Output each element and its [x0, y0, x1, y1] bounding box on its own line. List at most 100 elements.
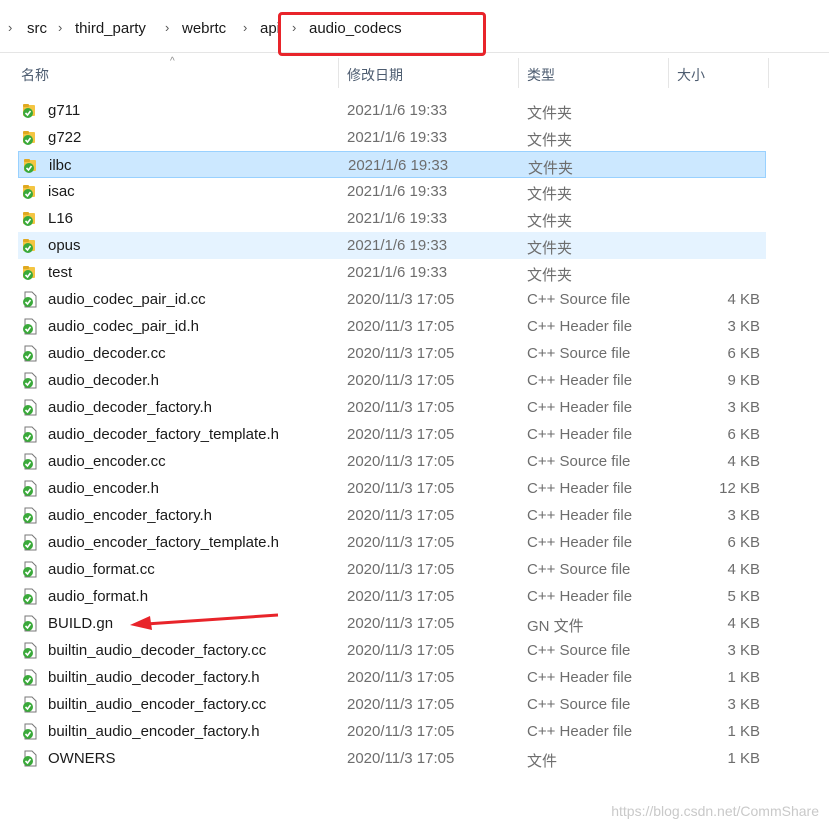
file-list: g711 2021/1/6 19:33 文件夹 g722 2021/1/6 19:33 文… — [18, 97, 766, 772]
file-row[interactable]: audio_codec_pair_id.h 2020/11/3 17:05 C++ … — [18, 313, 766, 340]
cpp-source-file-icon — [22, 561, 38, 578]
file-type: C++ Source file — [527, 696, 631, 713]
file-name: audio_decoder_factory_template.h — [48, 426, 279, 443]
file-row[interactable]: audio_decoder_factory.h 2020/11/3 17:05 C+… — [18, 394, 766, 421]
column-divider[interactable] — [768, 58, 769, 88]
file-row[interactable]: audio_encoder.cc 2020/11/3 17:05 C++ Sourc… — [18, 448, 766, 475]
file-modified-date: 2020/11/3 17:05 — [347, 561, 455, 578]
file-name: builtin_audio_encoder_factory.cc — [48, 696, 267, 713]
gn-file-icon — [22, 615, 38, 632]
breadcrumb-item-third-party[interactable]: third_party — [75, 20, 146, 37]
file-row[interactable]: audio_codec_pair_id.cc 2020/11/3 17:05 C++… — [18, 286, 766, 313]
folder-row[interactable]: isac 2021/1/6 19:33 文件夹 — [18, 178, 766, 205]
column-divider[interactable] — [338, 58, 339, 88]
annotation-highlight-box — [278, 12, 486, 56]
chevron-right-icon[interactable]: › — [58, 20, 62, 35]
cpp-header-file-icon — [22, 399, 38, 416]
column-divider[interactable] — [518, 58, 519, 88]
file-row[interactable]: audio_decoder.h 2020/11/3 17:05 C++ Header… — [18, 367, 766, 394]
file-type: 文件夹 — [527, 267, 573, 284]
cpp-header-file-icon — [22, 507, 38, 524]
file-modified-date: 2020/11/3 17:05 — [347, 480, 455, 497]
file-name: isac — [48, 183, 75, 200]
file-row[interactable]: audio_encoder_factory_template.h 2020/11/… — [18, 529, 766, 556]
file-row[interactable]: audio_encoder.h 2020/11/3 17:05 C++ Header… — [18, 475, 766, 502]
chevron-right-icon[interactable]: › — [165, 20, 169, 35]
file-modified-date: 2021/1/6 19:33 — [348, 157, 449, 174]
column-header-type[interactable]: 类型 — [527, 65, 555, 85]
file-name: audio_codec_pair_id.h — [48, 318, 199, 335]
file-name: audio_codec_pair_id.cc — [48, 291, 206, 308]
folder-row[interactable]: g722 2021/1/6 19:33 文件夹 — [18, 124, 766, 151]
folder-row[interactable]: opus 2021/1/6 19:33 文件夹 — [18, 232, 766, 259]
file-name: audio_decoder.cc — [48, 345, 166, 362]
folder-synced-icon — [22, 102, 38, 119]
folder-synced-icon — [22, 183, 38, 200]
file-type: C++ Source file — [527, 345, 631, 362]
chevron-right-icon[interactable]: › — [8, 20, 12, 35]
file-modified-date: 2021/1/6 19:33 — [347, 237, 448, 254]
file-type: 文件夹 — [527, 213, 573, 230]
file-type: GN 文件 — [527, 618, 584, 635]
file-size: 4 KB — [727, 561, 760, 578]
cpp-source-file-icon — [22, 345, 38, 362]
file-type: C++ Header file — [527, 480, 633, 497]
column-header-modified[interactable]: 修改日期 — [347, 65, 403, 85]
file-size: 3 KB — [727, 507, 760, 524]
file-type: C++ Source file — [527, 291, 631, 308]
file-modified-date: 2020/11/3 17:05 — [347, 345, 455, 362]
file-row[interactable]: builtin_audio_decoder_factory.cc 2020/11/… — [18, 637, 766, 664]
file-name: audio_format.h — [48, 588, 149, 605]
file-type: C++ Header file — [527, 507, 633, 524]
file-row[interactable]: builtin_audio_encoder_factory.h 2020/11/3… — [18, 718, 766, 745]
column-header-name[interactable]: 名称 — [21, 65, 49, 85]
file-modified-date: 2021/1/6 19:33 — [347, 264, 448, 281]
file-row[interactable]: audio_decoder_factory_template.h 2020/11/… — [18, 421, 766, 448]
file-size: 5 KB — [727, 588, 760, 605]
file-name: audio_encoder.h — [48, 480, 159, 497]
file-type: C++ Header file — [527, 588, 633, 605]
cpp-header-file-icon — [22, 588, 38, 605]
file-name: ilbc — [49, 157, 72, 174]
cpp-header-file-icon — [22, 480, 38, 497]
file-type: C++ Source file — [527, 642, 631, 659]
file-size: 6 KB — [727, 345, 760, 362]
file-size: 9 KB — [727, 372, 760, 389]
file-modified-date: 2020/11/3 17:05 — [347, 453, 455, 470]
file-row[interactable]: OWNERS 2020/11/3 17:05 文件 1 KB — [18, 745, 766, 772]
watermark: https://blog.csdn.net/CommShare — [611, 803, 819, 819]
file-row[interactable]: audio_decoder.cc 2020/11/3 17:05 C++ Sourc… — [18, 340, 766, 367]
file-name: opus — [48, 237, 81, 254]
file-size: 6 KB — [727, 534, 760, 551]
file-type: 文件夹 — [527, 105, 573, 122]
breadcrumb-item-src[interactable]: src — [27, 20, 47, 37]
column-divider[interactable] — [668, 58, 669, 88]
folder-row[interactable]: g711 2021/1/6 19:33 文件夹 — [18, 97, 766, 124]
file-name: audio_encoder.cc — [48, 453, 166, 470]
file-size: 4 KB — [727, 291, 760, 308]
file-name: builtin_audio_decoder_factory.cc — [48, 642, 267, 659]
folder-row[interactable]: ilbc 2021/1/6 19:33 文件夹 — [18, 151, 766, 178]
file-row[interactable]: builtin_audio_encoder_factory.cc 2020/11/… — [18, 691, 766, 718]
file-row[interactable]: audio_format.cc 2020/11/3 17:05 C++ Source… — [18, 556, 766, 583]
file-icon — [22, 750, 38, 767]
column-header-size[interactable]: 大小 — [677, 65, 705, 85]
file-row[interactable]: audio_encoder_factory.h 2020/11/3 17:05 C+… — [18, 502, 766, 529]
cpp-header-file-icon — [22, 723, 38, 740]
file-modified-date: 2020/11/3 17:05 — [347, 291, 455, 308]
file-name: audio_format.cc — [48, 561, 155, 578]
file-name: builtin_audio_encoder_factory.h — [48, 723, 260, 740]
folder-synced-icon — [22, 129, 38, 146]
file-modified-date: 2020/11/3 17:05 — [347, 669, 455, 686]
file-type: 文件 — [527, 753, 558, 770]
cpp-header-file-icon — [22, 534, 38, 551]
sort-ascending-icon: ^ — [170, 56, 175, 67]
folder-row[interactable]: L16 2021/1/6 19:33 文件夹 — [18, 205, 766, 232]
folder-row[interactable]: test 2021/1/6 19:33 文件夹 — [18, 259, 766, 286]
file-modified-date: 2020/11/3 17:05 — [347, 426, 455, 443]
file-name: audio_encoder_factory_template.h — [48, 534, 279, 551]
breadcrumb-item-webrtc[interactable]: webrtc — [182, 20, 226, 37]
file-row[interactable]: audio_format.h 2020/11/3 17:05 C++ Header … — [18, 583, 766, 610]
file-row[interactable]: builtin_audio_decoder_factory.h 2020/11/3… — [18, 664, 766, 691]
chevron-right-icon[interactable]: › — [243, 20, 247, 35]
